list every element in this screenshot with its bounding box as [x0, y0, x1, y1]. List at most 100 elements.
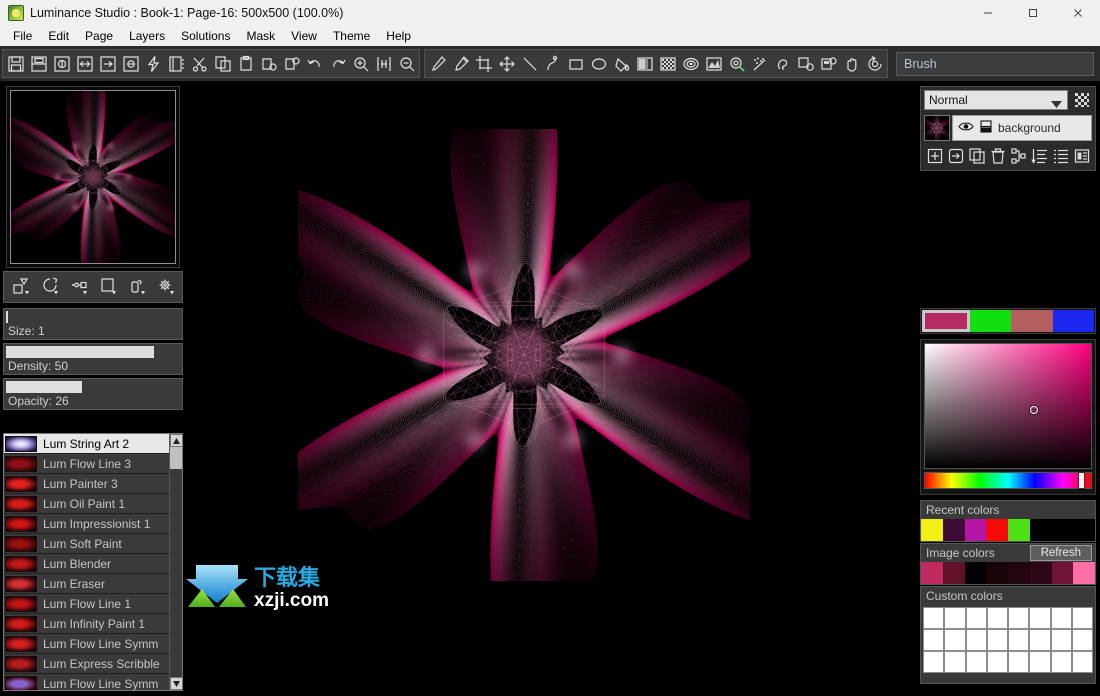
page-add-button[interactable] [50, 51, 73, 76]
import-layer-button[interactable] [945, 146, 966, 168]
merge-layer-button[interactable] [1008, 146, 1029, 168]
brush-list[interactable]: Lum String Art 2 Lum Flow Line 3 Lum Paint… [3, 433, 183, 691]
menu-page[interactable]: Page [77, 27, 121, 45]
custom-color-cell[interactable] [986, 651, 1008, 673]
brush-list-item[interactable]: Lum String Art 2 [4, 434, 182, 454]
image-color-swatch[interactable] [1051, 562, 1074, 584]
recent-color-swatch[interactable] [964, 519, 987, 541]
menu-help[interactable]: Help [378, 27, 419, 45]
scroll-down-button[interactable] [170, 677, 182, 690]
book-edit-button[interactable] [165, 51, 188, 76]
scatter-tool[interactable] [748, 51, 771, 76]
brush-tool[interactable] [426, 51, 449, 76]
transparency-checker-icon[interactable] [1072, 90, 1092, 110]
page-swap-button[interactable] [73, 51, 96, 76]
custom-color-cell[interactable] [1029, 607, 1051, 629]
image-color-swatch[interactable] [942, 562, 965, 584]
close-button[interactable] [1055, 0, 1100, 26]
crop-tool[interactable] [472, 51, 495, 76]
brush-list-item[interactable]: Lum Painter 3 [4, 474, 182, 494]
brush-list-item[interactable]: Lum Eraser [4, 574, 182, 594]
hand-tool[interactable] [840, 51, 863, 76]
undo-button[interactable] [303, 51, 326, 76]
refresh-image-colors-button[interactable]: Refresh [1029, 545, 1092, 561]
image-color-swatch[interactable] [964, 562, 987, 584]
paste-special-button[interactable] [257, 51, 280, 76]
zoom-out-button[interactable] [395, 51, 418, 76]
image-color-swatch[interactable] [1073, 562, 1095, 584]
custom-color-cell[interactable] [923, 629, 945, 651]
custom-color-cell[interactable] [1008, 629, 1030, 651]
brush-list-scrollbar[interactable] [169, 434, 182, 690]
size-slider[interactable]: Size: 1 [3, 308, 183, 340]
recent-color-swatch[interactable] [942, 519, 965, 541]
gradient-tool[interactable] [633, 51, 656, 76]
brush-list-item[interactable]: Lum Blender [4, 554, 182, 574]
custom-color-cell[interactable] [986, 607, 1008, 629]
custom-color-cell[interactable] [1008, 651, 1030, 673]
move-tool[interactable] [495, 51, 518, 76]
custom-color-cell[interactable] [1071, 651, 1093, 673]
custom-colors-grid[interactable] [921, 605, 1095, 675]
add-layer-button[interactable] [924, 146, 945, 168]
layers-paste-tool[interactable] [817, 51, 840, 76]
custom-color-cell[interactable] [923, 651, 945, 673]
delete-layer-button[interactable] [987, 146, 1008, 168]
custom-color-cell[interactable] [1050, 607, 1072, 629]
density-slider[interactable]: Density: 50 [3, 343, 183, 375]
menu-file[interactable]: File [5, 27, 40, 45]
shape-options-button[interactable] [6, 273, 35, 301]
custom-color-cell[interactable] [1050, 629, 1072, 651]
rotate-tool[interactable] [863, 51, 886, 76]
opacity-slider[interactable]: Opacity: 26 [3, 378, 183, 410]
brush-list-item[interactable]: Lum Oil Paint 1 [4, 494, 182, 514]
layer-row-body[interactable]: background [952, 115, 1092, 141]
settings-button[interactable] [151, 273, 180, 301]
custom-color-cell[interactable] [944, 607, 966, 629]
custom-color-cell[interactable] [986, 629, 1008, 651]
fit-width-button[interactable] [372, 51, 395, 76]
menu-view[interactable]: View [283, 27, 325, 45]
custom-color-cell[interactable] [1008, 607, 1030, 629]
hue-slider[interactable] [924, 472, 1092, 489]
brush-list-item[interactable]: Lum Flow Line 1 [4, 594, 182, 614]
recent-color-swatch[interactable] [1008, 519, 1030, 541]
custom-color-cell[interactable] [965, 607, 987, 629]
fill-tool[interactable] [610, 51, 633, 76]
line-tool[interactable] [518, 51, 541, 76]
brush-list-item[interactable]: Lum Flow Line Symm [4, 634, 182, 654]
hue-cursor[interactable] [1077, 472, 1085, 489]
pattern-tool[interactable] [656, 51, 679, 76]
curve-tool[interactable] [541, 51, 564, 76]
secondary-color-swatch[interactable] [969, 310, 1011, 332]
blend-mode-select[interactable]: Normal [924, 90, 1068, 110]
rotation-options-button[interactable] [35, 273, 64, 301]
texture-tool[interactable] [679, 51, 702, 76]
scroll-thumb[interactable] [170, 447, 182, 469]
stamp-tool[interactable] [771, 51, 794, 76]
custom-color-cell[interactable] [923, 607, 945, 629]
image-color-swatch[interactable] [1008, 562, 1030, 584]
menu-edit[interactable]: Edit [40, 27, 77, 45]
layer-properties-button[interactable] [1071, 146, 1092, 168]
recent-color-swatch[interactable] [1051, 519, 1074, 541]
paste-layer-button[interactable] [280, 51, 303, 76]
quick-action-button[interactable] [142, 51, 165, 76]
paste-button[interactable] [234, 51, 257, 76]
brush-list-item[interactable]: Lum Flow Line Symm [4, 674, 182, 690]
image-colors-row[interactable] [921, 562, 1095, 584]
clone-tool[interactable] [794, 51, 817, 76]
duplicate-layer-button[interactable] [966, 146, 987, 168]
custom-color-cell[interactable] [1071, 629, 1093, 651]
rectangle-tool[interactable] [564, 51, 587, 76]
recent-color-swatch[interactable] [1029, 519, 1052, 541]
saturation-value-box[interactable] [924, 343, 1092, 469]
lock-icon[interactable] [980, 120, 992, 136]
save-all-button[interactable] [27, 51, 50, 76]
tertiary-color-swatch[interactable] [1011, 310, 1053, 332]
recent-color-swatch[interactable] [986, 519, 1008, 541]
page-duplicate-button[interactable] [119, 51, 142, 76]
symmetry-tool[interactable] [725, 51, 748, 76]
mask-tool[interactable] [702, 51, 725, 76]
recent-color-swatch[interactable] [921, 519, 943, 541]
